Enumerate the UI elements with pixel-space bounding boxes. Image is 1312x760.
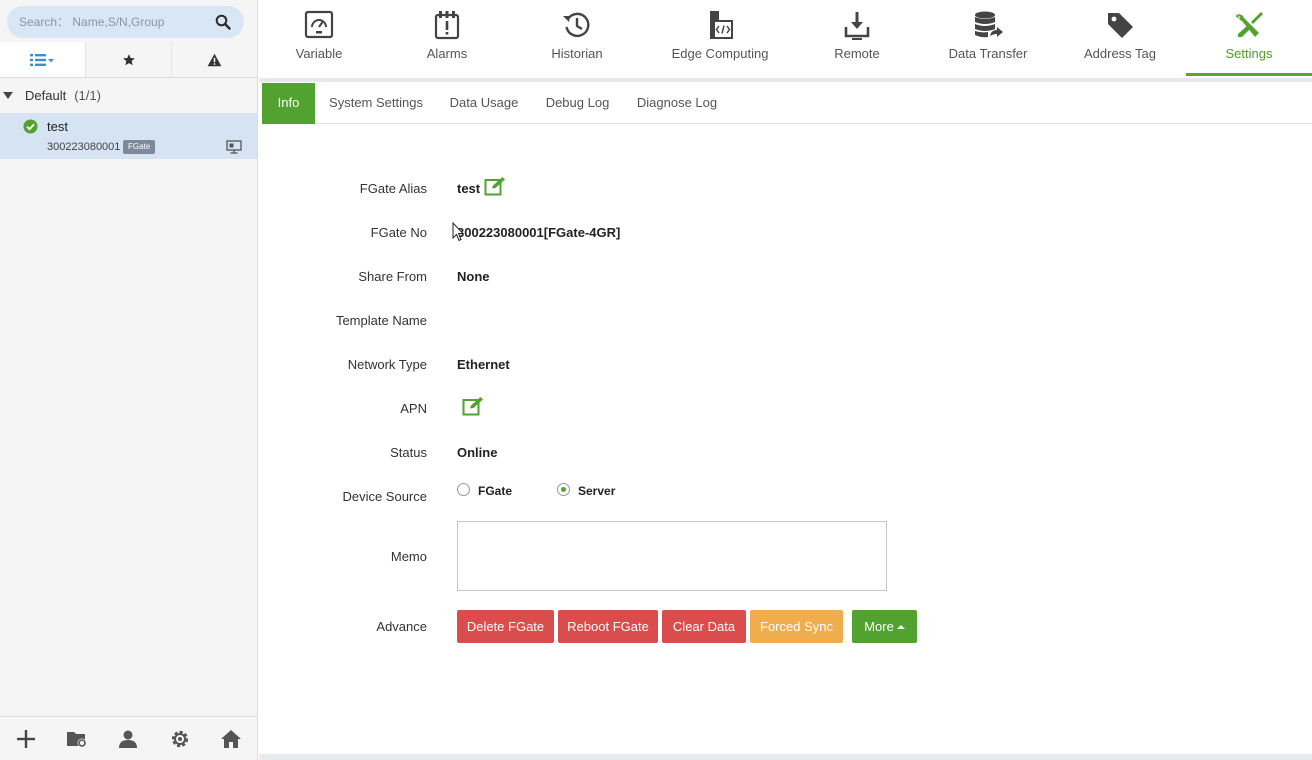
edit-apn-icon[interactable] bbox=[462, 396, 484, 416]
more-button-label: More bbox=[864, 619, 894, 634]
search-input[interactable] bbox=[19, 6, 209, 38]
forced-sync-button[interactable]: Forced Sync bbox=[750, 610, 843, 643]
tag-icon bbox=[1108, 13, 1133, 38]
tab-favorites[interactable] bbox=[85, 42, 171, 77]
device-name: test bbox=[47, 119, 68, 134]
nav-label: Variable bbox=[295, 46, 343, 61]
tab-system-settings[interactable]: System Settings bbox=[325, 83, 427, 124]
label-apn: APN bbox=[400, 401, 427, 416]
alarm-clipboard-icon bbox=[434, 11, 460, 40]
list-icon bbox=[29, 53, 54, 66]
nav-label: Alarms bbox=[426, 46, 468, 61]
value-network-type: Ethernet bbox=[457, 357, 510, 372]
history-icon bbox=[563, 12, 590, 38]
app-window: Default (1/1) test 300223080001 FGate bbox=[0, 0, 1312, 760]
user-icon bbox=[119, 730, 138, 748]
settings-button[interactable] bbox=[168, 727, 192, 751]
nav-label: Historian bbox=[551, 46, 603, 61]
folder-settings-icon bbox=[67, 731, 87, 747]
tab-info[interactable]: Info bbox=[262, 83, 315, 124]
nav-label: Address Tag bbox=[1083, 46, 1157, 61]
gear-icon bbox=[171, 730, 188, 747]
edit-alias-icon[interactable] bbox=[484, 176, 506, 196]
radio-fgate[interactable] bbox=[457, 483, 470, 496]
group-count: (1/1) bbox=[74, 87, 101, 103]
nav-variable[interactable]: Variable bbox=[281, 0, 357, 78]
clear-data-button[interactable]: Clear Data bbox=[662, 610, 746, 643]
radio-server[interactable] bbox=[557, 483, 570, 496]
database-transfer-icon bbox=[975, 11, 1003, 38]
tab-diagnose-log[interactable]: Diagnose Log bbox=[633, 83, 721, 124]
nav-alarms[interactable]: Alarms bbox=[409, 0, 485, 78]
nav-settings[interactable]: Settings bbox=[1186, 0, 1312, 78]
nav-data-transfer[interactable]: Data Transfer bbox=[943, 0, 1033, 78]
label-status: Status bbox=[390, 445, 427, 460]
tools-icon bbox=[1235, 12, 1263, 37]
label-memo: Memo bbox=[390, 549, 427, 564]
monitor-icon[interactable] bbox=[226, 140, 242, 154]
footer-bar bbox=[259, 754, 1312, 760]
top-navigation: Variable Alarms Historian Edge Computing… bbox=[259, 0, 1312, 78]
nav-label: Remote bbox=[834, 46, 880, 61]
warning-icon bbox=[207, 53, 222, 66]
delete-fgate-button[interactable]: Delete FGate bbox=[457, 610, 554, 643]
group-name: Default bbox=[25, 87, 67, 103]
radio-fgate-label: FGate bbox=[478, 484, 513, 498]
reboot-fgate-button[interactable]: Reboot FGate bbox=[558, 610, 658, 643]
tab-alerts[interactable] bbox=[171, 42, 257, 77]
nav-separator bbox=[259, 78, 1312, 82]
add-icon bbox=[16, 729, 35, 748]
label-advance: Advance bbox=[376, 619, 427, 634]
user-button[interactable] bbox=[116, 727, 140, 751]
nav-label: Settings bbox=[1225, 46, 1273, 61]
sidebar: Default (1/1) test 300223080001 FGate bbox=[0, 0, 258, 760]
sidebar-bottom-toolbar bbox=[0, 716, 257, 760]
device-serial: 300223080001 bbox=[47, 141, 121, 153]
label-share-from: Share From bbox=[358, 269, 427, 284]
device-type-badge: FGate bbox=[123, 140, 156, 154]
gauge-icon bbox=[304, 10, 334, 39]
search-box bbox=[7, 6, 244, 38]
search-icon[interactable] bbox=[215, 14, 231, 30]
add-button[interactable] bbox=[14, 727, 38, 751]
value-status: Online bbox=[457, 445, 498, 460]
home-button[interactable] bbox=[219, 727, 243, 751]
label-fgate-alias: FGate Alias bbox=[359, 181, 427, 196]
device-item[interactable]: test 300223080001 FGate bbox=[0, 113, 257, 159]
value-fgate-alias: test bbox=[457, 181, 481, 196]
settings-subtabs: Info System Settings Data Usage Debug Lo… bbox=[262, 83, 1312, 124]
tab-list[interactable] bbox=[0, 42, 85, 77]
code-file-icon bbox=[710, 11, 733, 39]
active-tab-indicator bbox=[1186, 73, 1312, 76]
nav-label: Data Transfer bbox=[948, 46, 1028, 61]
mouse-cursor-icon bbox=[452, 222, 464, 242]
tab-debug-log[interactable]: Debug Log bbox=[542, 83, 613, 124]
nav-edge-computing[interactable]: Edge Computing bbox=[667, 0, 773, 78]
label-network-type: Network Type bbox=[347, 357, 427, 372]
group-default[interactable]: Default (1/1) bbox=[0, 80, 257, 110]
nav-remote[interactable]: Remote bbox=[819, 0, 895, 78]
nav-label: Edge Computing bbox=[671, 46, 769, 61]
nav-historian[interactable]: Historian bbox=[537, 0, 617, 78]
caret-down-icon[interactable] bbox=[3, 91, 13, 99]
more-button[interactable]: More bbox=[852, 610, 917, 643]
radio-server-label: Server bbox=[578, 484, 616, 498]
check-circle-icon bbox=[23, 119, 38, 134]
label-template-name: Template Name bbox=[335, 313, 427, 328]
label-fgate-no: FGate No bbox=[370, 225, 427, 240]
download-tray-icon bbox=[844, 12, 870, 40]
value-fgate-no: 300223080001[FGate-4GR] bbox=[457, 225, 621, 240]
value-share-from: None bbox=[457, 269, 490, 284]
group-settings-button[interactable] bbox=[65, 727, 89, 751]
memo-textarea[interactable] bbox=[457, 521, 887, 591]
sidebar-tabs bbox=[0, 42, 257, 78]
label-device-source: Device Source bbox=[342, 489, 427, 504]
star-icon bbox=[122, 53, 135, 65]
tab-data-usage[interactable]: Data Usage bbox=[446, 83, 522, 124]
nav-address-tag[interactable]: Address Tag bbox=[1081, 0, 1159, 78]
caret-up-icon bbox=[896, 625, 905, 629]
home-icon bbox=[221, 729, 242, 748]
